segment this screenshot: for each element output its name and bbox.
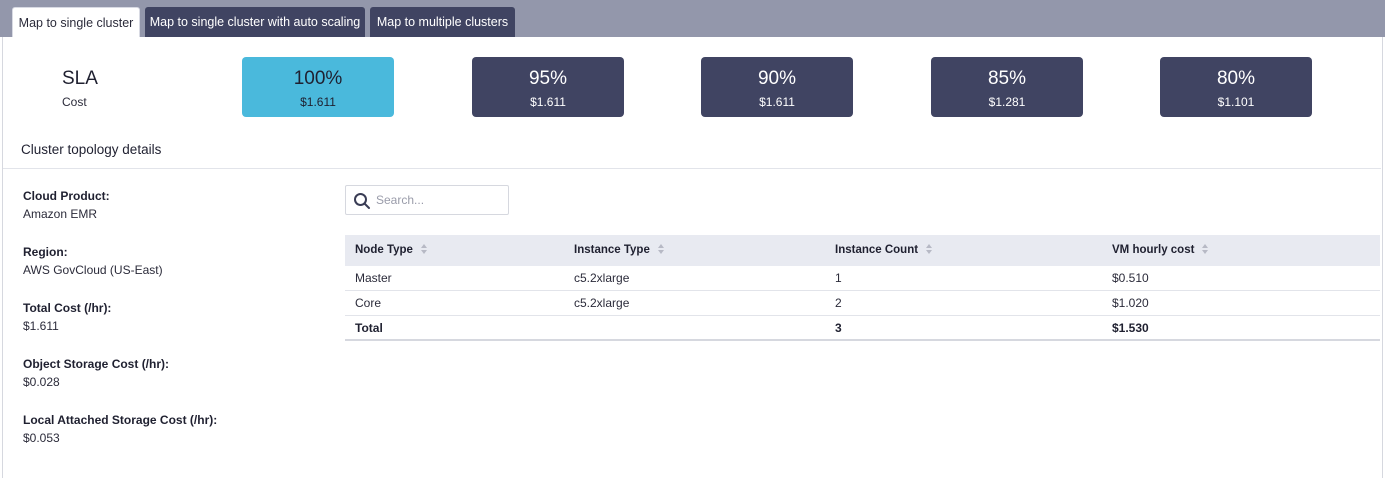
sla-price: $1.611	[530, 95, 566, 109]
table-cell: 1	[835, 271, 842, 285]
search-icon	[354, 193, 370, 209]
sort-icon	[420, 244, 428, 255]
tab-bar: Map to single cluster Map to single clus…	[0, 0, 1385, 37]
table-cell: Core	[355, 296, 382, 310]
column-header-instance-type[interactable]: Instance Type	[574, 235, 665, 266]
table-cell: $0.510	[1112, 271, 1149, 285]
table-row: Core c5.2xlarge 2 $1.020	[345, 291, 1380, 316]
sla-option-90[interactable]: 90% $1.611	[701, 57, 853, 117]
sort-icon	[1202, 244, 1209, 255]
table-cell: $1.530	[1112, 321, 1149, 335]
tab-map-to-single-cluster-auto-scaling[interactable]: Map to single cluster with auto scaling	[145, 7, 365, 37]
detail-label-cloud-product: Cloud Product:	[23, 189, 110, 203]
sla-percent: 100%	[293, 68, 343, 89]
table-cell: 3	[835, 321, 842, 335]
sla-price: $1.281	[988, 95, 1026, 109]
detail-value-region: AWS GovCloud (US-East)	[23, 263, 163, 277]
detail-value-local-storage-cost: $0.053	[23, 431, 60, 445]
table-row: Master c5.2xlarge 1 $0.510	[345, 266, 1380, 291]
sla-percent: 95%	[528, 68, 568, 89]
table-cell: 2	[835, 296, 842, 310]
sla-price: $1.101	[1217, 95, 1255, 109]
table-cell: c5.2xlarge	[574, 271, 630, 285]
tab-map-to-multiple-clusters[interactable]: Map to multiple clusters	[370, 7, 515, 37]
sla-cost-label: Cost	[62, 95, 87, 109]
sla-option-80[interactable]: 80% $1.101	[1160, 57, 1312, 117]
sla-option-100[interactable]: 100% $1.611	[242, 57, 394, 117]
search-input[interactable]	[376, 191, 501, 209]
table-cell: Total	[355, 321, 383, 335]
table-cell: Master	[355, 271, 392, 285]
sla-title: SLA	[62, 68, 98, 89]
sla-option-85[interactable]: 85% $1.281	[931, 57, 1083, 117]
table-cell: $1.020	[1112, 296, 1149, 310]
detail-value-object-storage-cost: $0.028	[23, 375, 60, 389]
detail-label-total-cost: Total Cost (/hr):	[23, 301, 112, 315]
column-header-vm-hourly-cost[interactable]: VM hourly cost	[1112, 235, 1209, 266]
table-cell: c5.2xlarge	[574, 296, 630, 310]
table-header: Node Type Instance Type Instance Count V…	[345, 235, 1380, 266]
sla-percent: 85%	[987, 68, 1027, 89]
detail-label-local-storage-cost: Local Attached Storage Cost (/hr):	[23, 413, 218, 427]
sort-icon	[657, 244, 665, 255]
sla-option-95[interactable]: 95% $1.611	[472, 57, 624, 117]
sla-price: $1.611	[300, 95, 336, 109]
tab-map-to-single-cluster[interactable]: Map to single cluster	[12, 7, 140, 37]
detail-value-total-cost: $1.611	[23, 319, 59, 333]
sla-price: $1.611	[759, 95, 795, 109]
detail-value-cloud-product: Amazon EMR	[23, 207, 98, 221]
node-table: Node Type Instance Type Instance Count V…	[345, 235, 1380, 341]
sort-icon	[926, 244, 933, 255]
detail-label-region: Region:	[23, 245, 68, 259]
divider	[3, 168, 1381, 169]
column-header-instance-count[interactable]: Instance Count	[835, 235, 933, 266]
table-total-row: Total 3 $1.530	[345, 316, 1380, 341]
sla-percent: 80%	[1216, 68, 1256, 89]
detail-label-object-storage-cost: Object Storage Cost (/hr):	[23, 357, 170, 371]
sla-percent: 90%	[757, 68, 797, 89]
section-title-cluster-topology: Cluster topology details	[21, 142, 162, 157]
column-header-node-type[interactable]: Node Type	[355, 235, 428, 266]
search-box	[345, 185, 509, 215]
